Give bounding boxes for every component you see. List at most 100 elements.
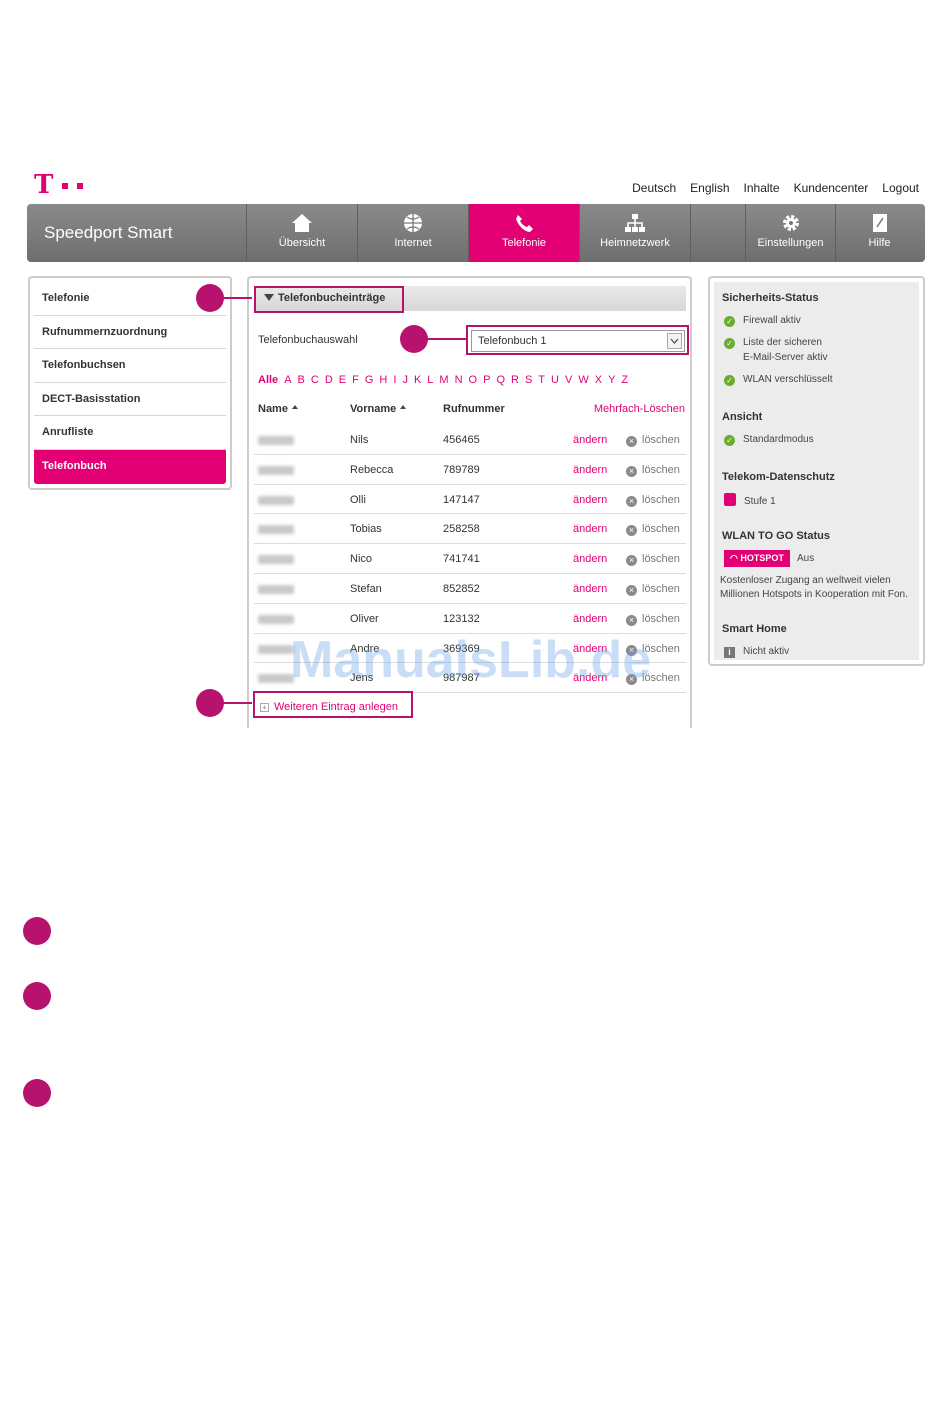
hotspot-badge[interactable]: ◠ HOTSPOT bbox=[724, 550, 790, 567]
alpha-filter-p[interactable]: P bbox=[483, 374, 490, 386]
callout-line bbox=[222, 297, 252, 299]
network-icon bbox=[625, 214, 645, 232]
alpha-filter-m[interactable]: M bbox=[439, 374, 448, 386]
status-view-mode[interactable]: ✓ Standardmodus bbox=[724, 434, 814, 446]
delete-link[interactable]: × löschen bbox=[626, 583, 680, 596]
alpha-filter-f[interactable]: F bbox=[352, 374, 359, 386]
alpha-filter-d[interactable]: D bbox=[325, 374, 333, 386]
alpha-filter-e[interactable]: E bbox=[339, 374, 346, 386]
alpha-filter-a[interactable]: A bbox=[284, 374, 291, 386]
alpha-filter-r[interactable]: R bbox=[511, 374, 519, 386]
wlan-to-go-title: WLAN TO GO Status bbox=[722, 530, 830, 542]
edit-link[interactable]: ändern bbox=[573, 523, 607, 535]
edit-link[interactable]: ändern bbox=[573, 613, 607, 625]
table-row: Nico 741741 ändern × löschen bbox=[254, 544, 686, 574]
table-row: Tobias 258258 ändern × löschen bbox=[254, 514, 686, 545]
alpha-filter-w[interactable]: W bbox=[578, 374, 588, 386]
check-icon: ✓ bbox=[724, 338, 735, 349]
edit-link[interactable]: ändern bbox=[573, 553, 607, 565]
nav-heimnetzwerk[interactable]: Heimnetzwerk bbox=[579, 204, 690, 262]
callout-dot bbox=[400, 325, 428, 353]
alpha-filter-n[interactable]: N bbox=[455, 374, 463, 386]
link-deutsch[interactable]: Deutsch bbox=[632, 181, 676, 195]
number-cell: 147147 bbox=[443, 493, 480, 506]
close-icon: × bbox=[626, 584, 637, 596]
alpha-filter-z[interactable]: Z bbox=[621, 374, 628, 386]
alpha-filter-q[interactable]: Q bbox=[496, 374, 505, 386]
col-name[interactable]: Name bbox=[258, 403, 298, 415]
privacy-title: Telekom-Datenschutz bbox=[722, 471, 835, 483]
nav-hilfe[interactable]: Hilfe bbox=[835, 204, 923, 262]
alpha-filter-g[interactable]: G bbox=[365, 374, 374, 386]
delete-link[interactable]: × löschen bbox=[626, 494, 680, 507]
status-firewall: ✓ Firewall aktiv bbox=[724, 315, 801, 327]
legend-callout-dot bbox=[23, 1079, 51, 1107]
edit-link[interactable]: ändern bbox=[573, 583, 607, 595]
status-privacy[interactable]: Stufe 1 bbox=[724, 493, 776, 507]
alpha-filter-o[interactable]: O bbox=[469, 374, 478, 386]
check-icon: ✓ bbox=[724, 316, 735, 327]
col-first[interactable]: Vorname bbox=[350, 403, 407, 415]
delete-link[interactable]: × löschen bbox=[626, 464, 680, 477]
alpha-filter-t[interactable]: T bbox=[538, 374, 545, 386]
alpha-filter-alle[interactable]: Alle bbox=[258, 374, 278, 386]
hotspot-desc-2: Millionen Hotspots in Kooperation mit Fo… bbox=[720, 589, 908, 600]
alpha-filter-v[interactable]: V bbox=[565, 374, 572, 386]
delete-link[interactable]: × löschen bbox=[626, 434, 680, 447]
number-cell: 789789 bbox=[443, 463, 480, 476]
link-logout[interactable]: Logout bbox=[882, 181, 919, 195]
multi-delete-link[interactable]: Mehrfach-Löschen bbox=[594, 403, 685, 415]
highlight-frame-add bbox=[253, 691, 413, 718]
alpha-filter-k[interactable]: K bbox=[414, 374, 421, 386]
first-name-cell: Oliver bbox=[350, 612, 379, 625]
callout-dot bbox=[196, 689, 224, 717]
status-mail-line2: E-Mail-Server aktiv bbox=[743, 352, 828, 363]
alpha-filter-i[interactable]: I bbox=[393, 374, 396, 386]
sidebar-item-rufnummernzuordnung[interactable]: Rufnummernzuordnung bbox=[34, 316, 226, 350]
link-kundencenter[interactable]: Kundencenter bbox=[794, 181, 869, 195]
nav-telefonie[interactable]: Telefonie bbox=[468, 204, 579, 262]
blurred-name bbox=[258, 465, 294, 475]
alpha-filter-c[interactable]: C bbox=[311, 374, 319, 386]
nav-uebersicht[interactable]: Übersicht bbox=[246, 204, 357, 262]
first-name-cell: Tobias bbox=[350, 523, 382, 536]
telekom-logo: T bbox=[34, 172, 83, 198]
alpha-filter-l[interactable]: L bbox=[427, 374, 433, 386]
nav-einstellungen[interactable]: Einstellungen bbox=[745, 204, 835, 262]
link-inhalte[interactable]: Inhalte bbox=[744, 181, 780, 195]
sort-asc-icon bbox=[291, 405, 298, 409]
nav-internet[interactable]: Internet bbox=[357, 204, 468, 262]
edit-link[interactable]: ändern bbox=[573, 434, 607, 446]
link-english[interactable]: English bbox=[690, 181, 729, 195]
status-mail: ✓ Liste der sicheren bbox=[724, 337, 822, 349]
first-name-cell: Nils bbox=[350, 434, 369, 446]
blurred-name bbox=[258, 495, 294, 505]
help-book-icon bbox=[872, 214, 887, 232]
sidebar-item-anrufliste[interactable]: Anrufliste bbox=[34, 416, 226, 450]
delete-link[interactable]: × löschen bbox=[626, 613, 680, 626]
edit-link[interactable]: ändern bbox=[573, 494, 607, 506]
blurred-name bbox=[258, 555, 294, 565]
callout-line bbox=[222, 702, 252, 704]
sidebar-item-dect[interactable]: DECT-Basisstation bbox=[34, 383, 226, 417]
alpha-filter-y[interactable]: Y bbox=[608, 374, 615, 386]
sidebar-item-telefonbuchsen[interactable]: Telefonbuchsen bbox=[34, 349, 226, 383]
status-panel: Sicherheits-Status ✓ Firewall aktiv ✓ List… bbox=[708, 276, 925, 666]
callout-line bbox=[426, 338, 466, 340]
alpha-filter-b[interactable]: B bbox=[298, 374, 305, 386]
col-number: Rufnummer bbox=[443, 403, 505, 415]
blurred-name bbox=[258, 644, 294, 654]
alpha-filter-j[interactable]: J bbox=[402, 374, 408, 386]
delete-link[interactable]: × löschen bbox=[626, 523, 680, 537]
blurred-name bbox=[258, 614, 294, 624]
alpha-filter-x[interactable]: X bbox=[595, 374, 602, 386]
legend-callout-dot bbox=[23, 917, 51, 945]
edit-link[interactable]: ändern bbox=[573, 464, 607, 476]
alpha-filter-s[interactable]: S bbox=[525, 374, 532, 386]
alpha-filter-h[interactable]: H bbox=[379, 374, 387, 386]
alpha-filter-u[interactable]: U bbox=[551, 374, 559, 386]
sidebar-item-telefonbuch[interactable]: Telefonbuch bbox=[34, 449, 226, 484]
delete-link[interactable]: × löschen bbox=[626, 553, 680, 567]
first-name-cell: Rebecca bbox=[350, 463, 394, 476]
security-title: Sicherheits-Status bbox=[722, 292, 819, 304]
